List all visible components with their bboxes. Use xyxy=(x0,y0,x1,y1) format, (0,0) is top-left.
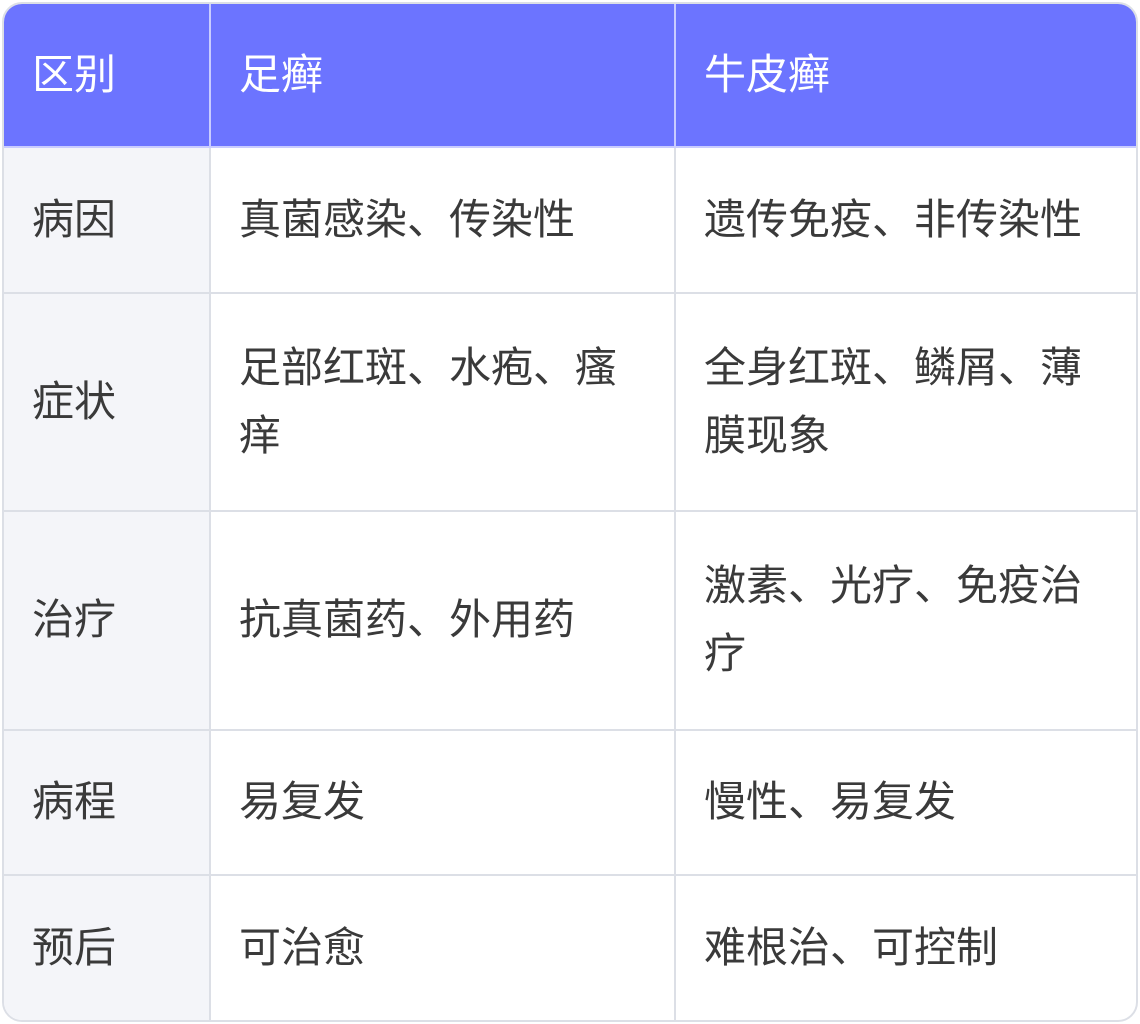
athletes-foot-cell: 真菌感染、传染性 xyxy=(209,146,676,294)
row-label-cell: 病因 xyxy=(4,146,211,294)
table-row: 症状 足部红斑、水疱、瘙痒 全身红斑、鳞屑、薄膜现象 xyxy=(4,291,1136,513)
athletes-foot-cell: 足部红斑、水疱、瘙痒 xyxy=(209,291,676,513)
table-header-row: 区别 足癣 牛皮癣 xyxy=(4,4,1136,148)
psoriasis-cell: 难根治、可控制 xyxy=(674,874,1136,1020)
psoriasis-cell: 全身红斑、鳞屑、薄膜现象 xyxy=(674,291,1136,513)
header-cell-athletes-foot: 足癣 xyxy=(209,4,676,148)
row-label-cell: 症状 xyxy=(4,291,211,513)
psoriasis-cell: 激素、光疗、免疫治疗 xyxy=(674,510,1136,731)
row-label-cell: 预后 xyxy=(4,874,211,1020)
table-row: 治疗 抗真菌药、外用药 激素、光疗、免疫治疗 xyxy=(4,510,1136,731)
header-cell-label: 区别 xyxy=(4,4,211,148)
comparison-table: 区别 足癣 牛皮癣 病因 真菌感染、传染性 遗传免疫、非传染性 症状 足部红斑、… xyxy=(2,2,1138,1022)
table-row: 病因 真菌感染、传染性 遗传免疫、非传染性 xyxy=(4,146,1136,294)
athletes-foot-cell: 可治愈 xyxy=(209,874,676,1020)
table-row: 病程 易复发 慢性、易复发 xyxy=(4,728,1136,877)
header-cell-psoriasis: 牛皮癣 xyxy=(674,4,1136,148)
athletes-foot-cell: 易复发 xyxy=(209,728,676,877)
psoriasis-cell: 慢性、易复发 xyxy=(674,728,1136,877)
row-label-cell: 病程 xyxy=(4,728,211,877)
table-row: 预后 可治愈 难根治、可控制 xyxy=(4,874,1136,1020)
psoriasis-cell: 遗传免疫、非传染性 xyxy=(674,146,1136,294)
comparison-table-grid: 区别 足癣 牛皮癣 病因 真菌感染、传染性 遗传免疫、非传染性 症状 足部红斑、… xyxy=(4,4,1136,1020)
row-label-cell: 治疗 xyxy=(4,510,211,731)
athletes-foot-cell: 抗真菌药、外用药 xyxy=(209,510,676,731)
